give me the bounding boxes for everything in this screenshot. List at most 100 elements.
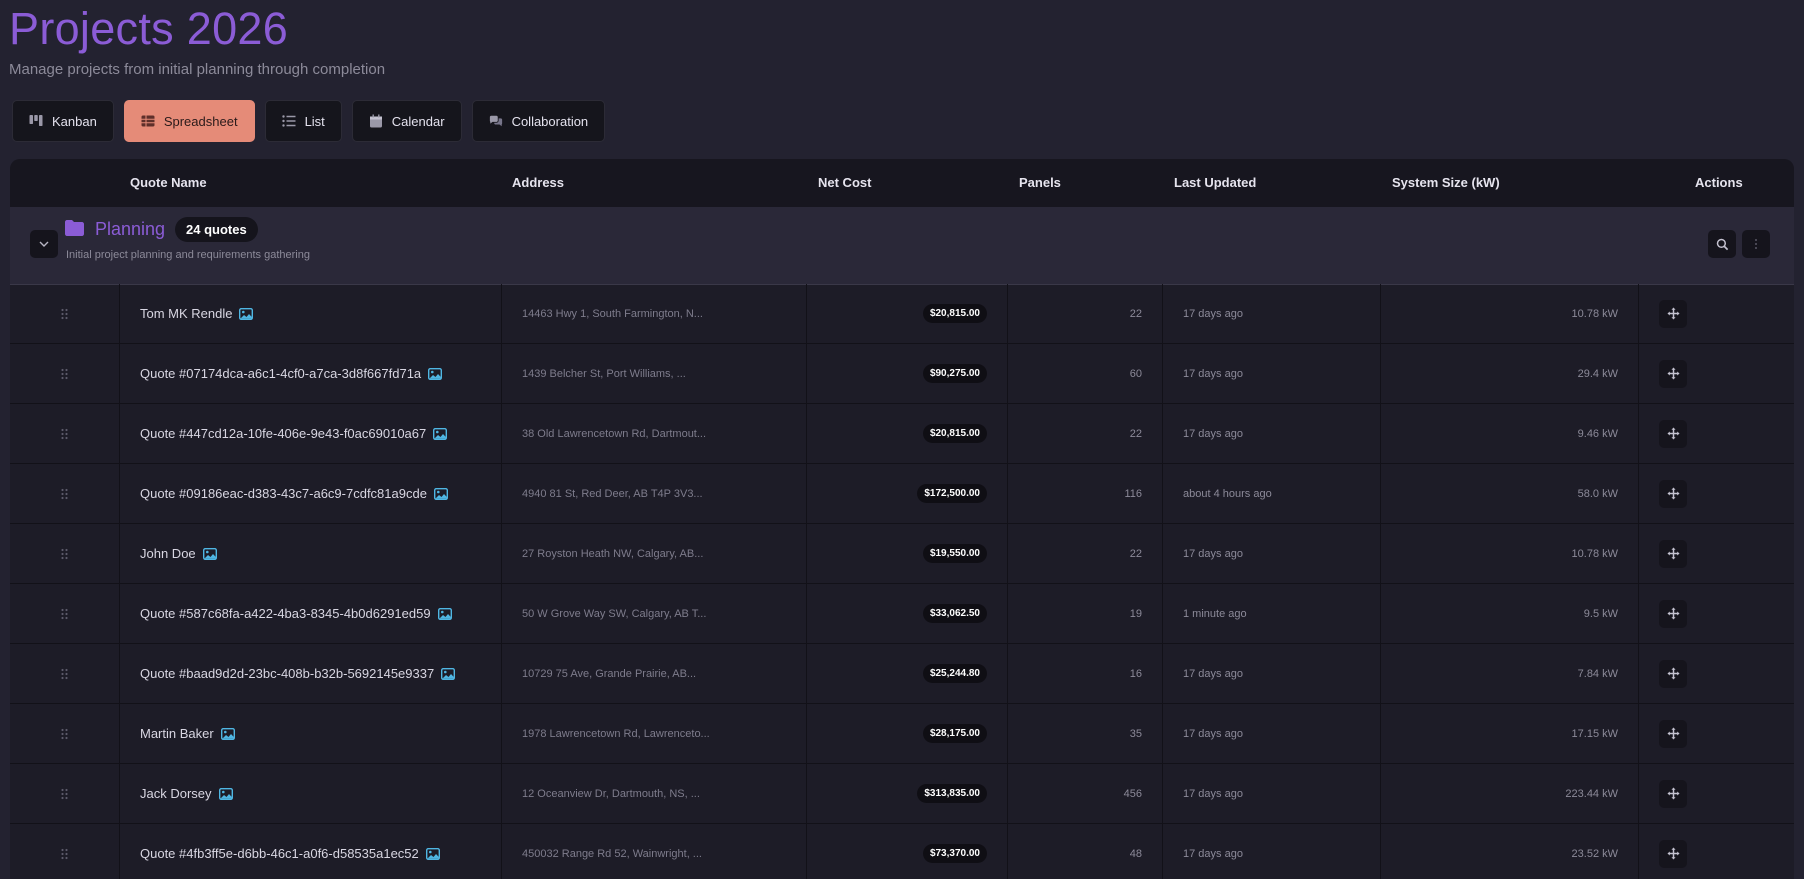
image-icon[interactable] xyxy=(433,427,448,440)
drag-handle-icon[interactable] xyxy=(60,488,69,500)
last-updated-cell: 1 minute ago xyxy=(1163,584,1381,643)
actions-cell xyxy=(1639,524,1794,583)
last-updated-cell: about 4 hours ago xyxy=(1163,464,1381,523)
drag-handle-icon[interactable] xyxy=(60,668,69,680)
tab-kanban[interactable]: Kanban xyxy=(12,100,114,142)
move-button[interactable] xyxy=(1659,719,1687,748)
quote-name-cell[interactable]: Jack Dorsey xyxy=(120,764,502,823)
image-icon[interactable] xyxy=(218,787,233,800)
tab-spreadsheet[interactable]: Spreadsheet xyxy=(123,100,255,142)
panels-count: 116 xyxy=(1124,487,1142,500)
system-size: 17.15 kW xyxy=(1571,727,1618,740)
table-row[interactable]: Quote #07174dca-a6c1-4cf0-a7ca-3d8f667fd… xyxy=(10,344,1794,404)
quote-name-cell[interactable]: John Doe xyxy=(120,524,502,583)
tab-label: List xyxy=(304,113,325,129)
quote-name-cell[interactable]: Quote #07174dca-a6c1-4cf0-a7ca-3d8f667fd… xyxy=(120,344,502,403)
move-button[interactable] xyxy=(1659,479,1687,508)
table-row[interactable]: Quote #447cd12a-10fe-406e-9e43-f0ac69010… xyxy=(10,404,1794,464)
header-quote-name[interactable]: Quote Name xyxy=(130,175,207,190)
move-button[interactable] xyxy=(1659,419,1687,448)
move-button[interactable] xyxy=(1659,299,1687,328)
move-button[interactable] xyxy=(1659,659,1687,688)
last-updated: 17 days ago xyxy=(1183,727,1243,740)
system-size-cell: 9.46 kW xyxy=(1381,404,1639,463)
quote-name[interactable]: Martin Baker xyxy=(140,726,214,741)
quote-name-cell[interactable]: Quote #09186eac-d383-43c7-a6c9-7cdfc81a9… xyxy=(120,464,502,523)
drag-handle-icon[interactable] xyxy=(60,368,69,380)
quote-name[interactable]: Tom MK Rendle xyxy=(140,306,232,321)
image-icon[interactable] xyxy=(220,727,235,740)
header-last-updated[interactable]: Last Updated xyxy=(1174,175,1256,190)
table-row[interactable]: John Doe 27 Royston Heath NW, Calgary, A… xyxy=(10,524,1794,584)
quote-name-cell[interactable]: Quote #587c68fa-a422-4ba3-8345-4b0d6291e… xyxy=(120,584,502,643)
table-row[interactable]: Martin Baker 1978 Lawrencetown Rd, Lawre… xyxy=(10,704,1794,764)
group-search-button[interactable] xyxy=(1708,230,1736,258)
system-size-cell: 10.78 kW xyxy=(1381,524,1639,583)
image-icon[interactable] xyxy=(425,847,440,860)
drag-handle-icon[interactable] xyxy=(60,848,69,860)
move-button[interactable] xyxy=(1659,539,1687,568)
header-panels[interactable]: Panels xyxy=(1019,175,1061,190)
image-icon[interactable] xyxy=(437,607,452,620)
group-collapse-button[interactable] xyxy=(30,230,58,258)
tab-list[interactable]: List xyxy=(264,100,342,142)
tab-collaboration[interactable]: Collaboration xyxy=(471,100,606,142)
move-icon xyxy=(1666,367,1680,380)
move-icon xyxy=(1666,667,1680,680)
address: 14463 Hwy 1, South Farmington, N... xyxy=(522,307,703,320)
drag-cell xyxy=(10,644,120,703)
drag-handle-icon[interactable] xyxy=(60,788,69,800)
quote-name-cell[interactable]: Tom MK Rendle xyxy=(120,284,502,343)
header-address[interactable]: Address xyxy=(512,175,564,190)
quote-name[interactable]: Quote #07174dca-a6c1-4cf0-a7ca-3d8f667fd… xyxy=(140,366,421,381)
drag-cell xyxy=(10,764,120,823)
quote-name[interactable]: Quote #587c68fa-a422-4ba3-8345-4b0d6291e… xyxy=(140,606,431,621)
tab-calendar[interactable]: Calendar xyxy=(351,100,462,142)
move-button[interactable] xyxy=(1659,599,1687,628)
image-icon[interactable] xyxy=(433,487,448,500)
move-button[interactable] xyxy=(1659,359,1687,388)
table-row[interactable]: Quote #4fb3ff5e-d6bb-46c1-a0f6-d58535a1e… xyxy=(10,824,1794,879)
quote-name[interactable]: Jack Dorsey xyxy=(140,786,212,801)
drag-handle-icon[interactable] xyxy=(60,428,69,440)
table-row[interactable]: Quote #baad9d2d-23bc-408b-b32b-5692145e9… xyxy=(10,644,1794,704)
move-button[interactable] xyxy=(1659,839,1687,868)
quote-name[interactable]: Quote #447cd12a-10fe-406e-9e43-f0ac69010… xyxy=(140,426,426,441)
panels-cell: 22 xyxy=(1008,524,1163,583)
table-row[interactable]: Jack Dorsey 12 Oceanview Dr, Dartmouth, … xyxy=(10,764,1794,824)
quote-name-cell[interactable]: Martin Baker xyxy=(120,704,502,763)
header-system-size[interactable]: System Size (kW) xyxy=(1392,175,1500,190)
net-cost-cell: $172,500.00 xyxy=(807,464,1008,523)
net-cost-badge: $20,815.00 xyxy=(922,304,987,323)
table-row[interactable]: Tom MK Rendle 14463 Hwy 1, South Farming… xyxy=(10,284,1794,344)
actions-cell xyxy=(1639,344,1794,403)
table-row[interactable]: Quote #09186eac-d383-43c7-a6c9-7cdfc81a9… xyxy=(10,464,1794,524)
quote-name[interactable]: John Doe xyxy=(140,546,196,561)
image-icon[interactable] xyxy=(202,547,217,560)
group-more-button[interactable] xyxy=(1742,230,1770,258)
drag-handle-icon[interactable] xyxy=(60,728,69,740)
panels-cell: 22 xyxy=(1008,284,1163,343)
image-icon[interactable] xyxy=(239,307,254,320)
drag-handle-icon[interactable] xyxy=(60,548,69,560)
address: 27 Royston Heath NW, Calgary, AB... xyxy=(522,547,704,560)
panels-cell: 60 xyxy=(1008,344,1163,403)
table-row[interactable]: Quote #587c68fa-a422-4ba3-8345-4b0d6291e… xyxy=(10,584,1794,644)
tab-label: Kanban xyxy=(52,113,97,129)
quote-name[interactable]: Quote #baad9d2d-23bc-408b-b32b-5692145e9… xyxy=(140,666,434,681)
quote-name-cell[interactable]: Quote #baad9d2d-23bc-408b-b32b-5692145e9… xyxy=(120,644,502,703)
image-icon[interactable] xyxy=(428,367,443,380)
address-cell: 1439 Belcher St, Port Williams, ... xyxy=(502,344,807,403)
panels-count: 35 xyxy=(1129,727,1142,740)
kanban-icon xyxy=(29,114,43,128)
header-net-cost[interactable]: Net Cost xyxy=(818,175,871,190)
quote-name[interactable]: Quote #4fb3ff5e-d6bb-46c1-a0f6-d58535a1e… xyxy=(140,846,419,861)
image-icon[interactable] xyxy=(441,667,456,680)
quote-name[interactable]: Quote #09186eac-d383-43c7-a6c9-7cdfc81a9… xyxy=(140,486,427,501)
quote-name-cell[interactable]: Quote #447cd12a-10fe-406e-9e43-f0ac69010… xyxy=(120,404,502,463)
quote-name-cell[interactable]: Quote #4fb3ff5e-d6bb-46c1-a0f6-d58535a1e… xyxy=(120,824,502,879)
drag-handle-icon[interactable] xyxy=(60,608,69,620)
group-name[interactable]: Planning xyxy=(95,219,165,240)
move-button[interactable] xyxy=(1659,779,1687,808)
drag-handle-icon[interactable] xyxy=(60,308,69,320)
